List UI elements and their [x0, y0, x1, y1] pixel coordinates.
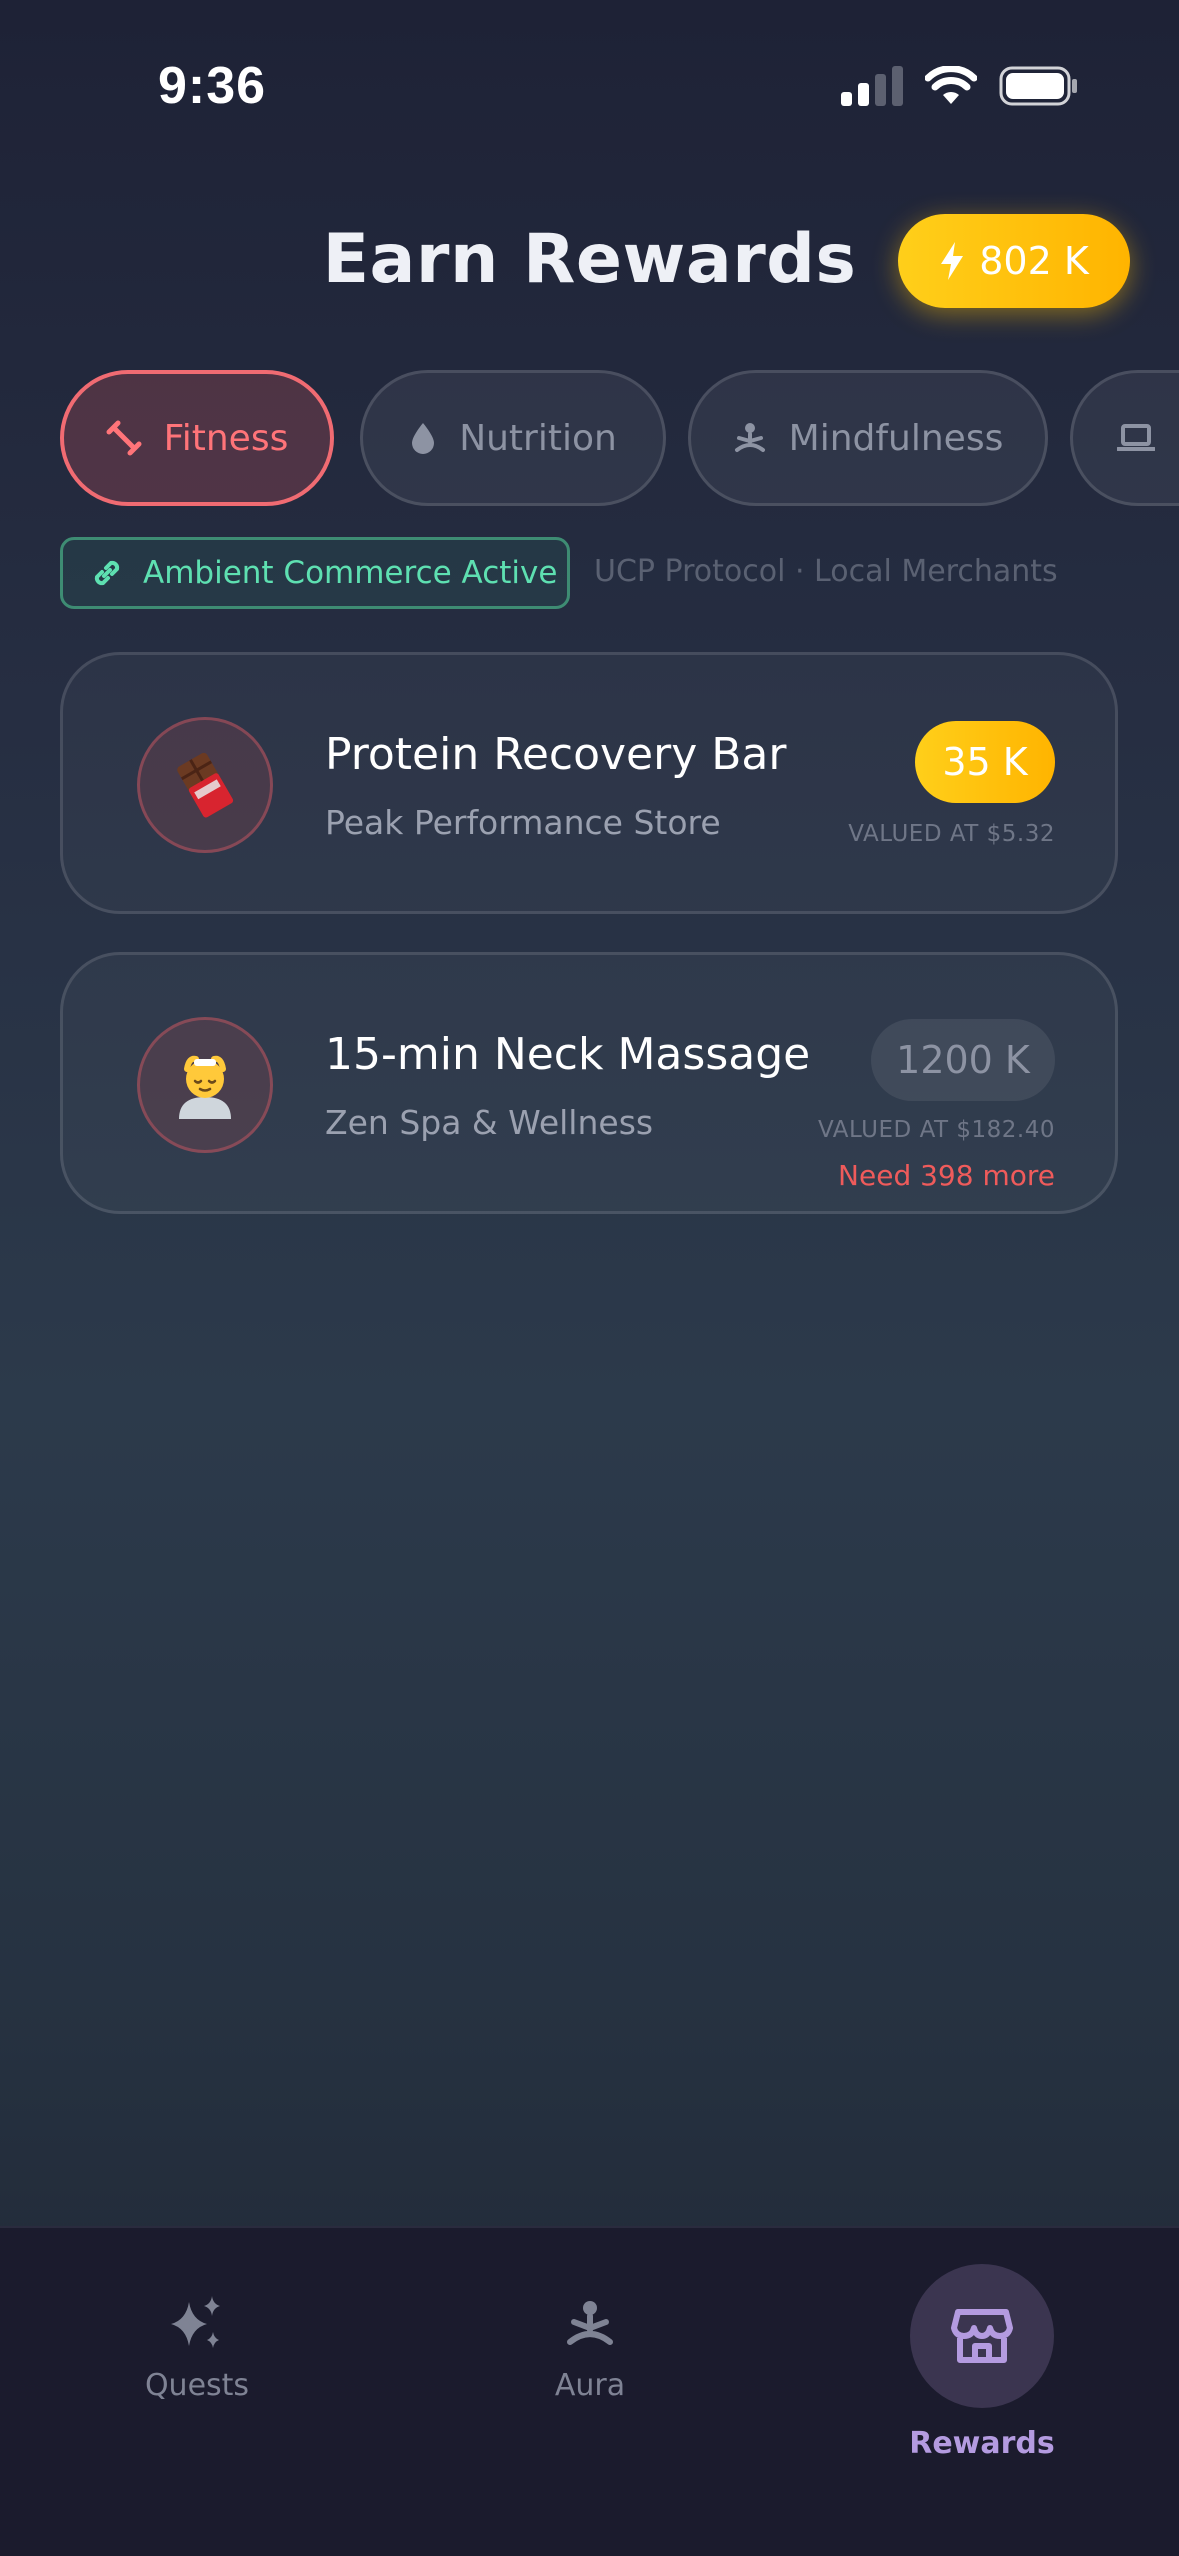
store-icon: [951, 2309, 1013, 2363]
category-chips: Fitness Nutrition Mindfulness: [60, 368, 1179, 508]
reward-card-protein-bar[interactable]: Protein Recovery Bar Peak Performance St…: [60, 652, 1118, 914]
value-text: VALUED AT $182.40: [818, 1117, 1055, 1143]
meditation-icon: [567, 2301, 613, 2345]
need-more-text: Need 398 more: [838, 1159, 1055, 1192]
chip-label: Mindfulness: [788, 417, 1004, 459]
bottom-nav: Quests Aura Rewards: [0, 2226, 1179, 2556]
nav-label: Aura: [554, 2368, 626, 2403]
signal-icon: [841, 66, 903, 106]
reward-title: 15-min Neck Massage: [325, 1029, 811, 1080]
nav-rewards[interactable]: Rewards: [882, 2426, 1082, 2461]
reward-merchant: Peak Performance Store: [325, 803, 721, 842]
value-text: VALUED AT $5.32: [848, 821, 1055, 847]
link-icon: [94, 560, 120, 586]
ambient-label: Ambient Commerce Active: [143, 555, 558, 591]
balance-value: 802 K: [979, 239, 1089, 283]
chip-tech[interactable]: [1070, 370, 1179, 506]
meditation-icon: [734, 423, 765, 452]
nav-rewards-active-indicator[interactable]: [910, 2264, 1054, 2408]
status-icons: [841, 66, 1079, 106]
price-badge[interactable]: 1200 K: [871, 1019, 1055, 1101]
chip-label: Nutrition: [459, 417, 617, 459]
nav-aura[interactable]: Aura: [505, 2294, 675, 2403]
balance-badge[interactable]: 802 K: [898, 214, 1130, 308]
dumbbell-icon: [106, 420, 142, 456]
droplet-icon: [412, 423, 435, 454]
chocolate-bar-icon: [137, 717, 273, 853]
nav-label: Quests: [144, 2368, 250, 2403]
chip-mindfulness[interactable]: Mindfulness: [688, 370, 1048, 506]
protocol-text: UCP Protocol · Local Merchants: [594, 554, 1058, 589]
reward-title: Protein Recovery Bar: [325, 729, 787, 780]
battery-icon: [999, 66, 1077, 106]
laptop-icon: [1117, 424, 1155, 451]
chip-label: Fitness: [163, 417, 289, 459]
reward-card-neck-massage[interactable]: 15-min Neck Massage Zen Spa & Wellness 1…: [60, 952, 1118, 1214]
nav-quests[interactable]: Quests: [112, 2294, 282, 2403]
chip-fitness[interactable]: Fitness: [60, 370, 334, 506]
lightning-icon: [941, 242, 964, 280]
ambient-commerce-badge: Ambient Commerce Active: [60, 537, 570, 609]
nav-label: Rewards: [909, 2426, 1055, 2461]
sparkles-icon: [171, 2296, 220, 2348]
chip-nutrition[interactable]: Nutrition: [360, 370, 666, 506]
price-badge[interactable]: 35 K: [915, 721, 1055, 803]
reward-merchant: Zen Spa & Wellness: [325, 1103, 654, 1142]
wifi-icon: [925, 66, 977, 104]
status-time: 9:36: [158, 57, 267, 115]
massage-icon: [137, 1017, 273, 1153]
